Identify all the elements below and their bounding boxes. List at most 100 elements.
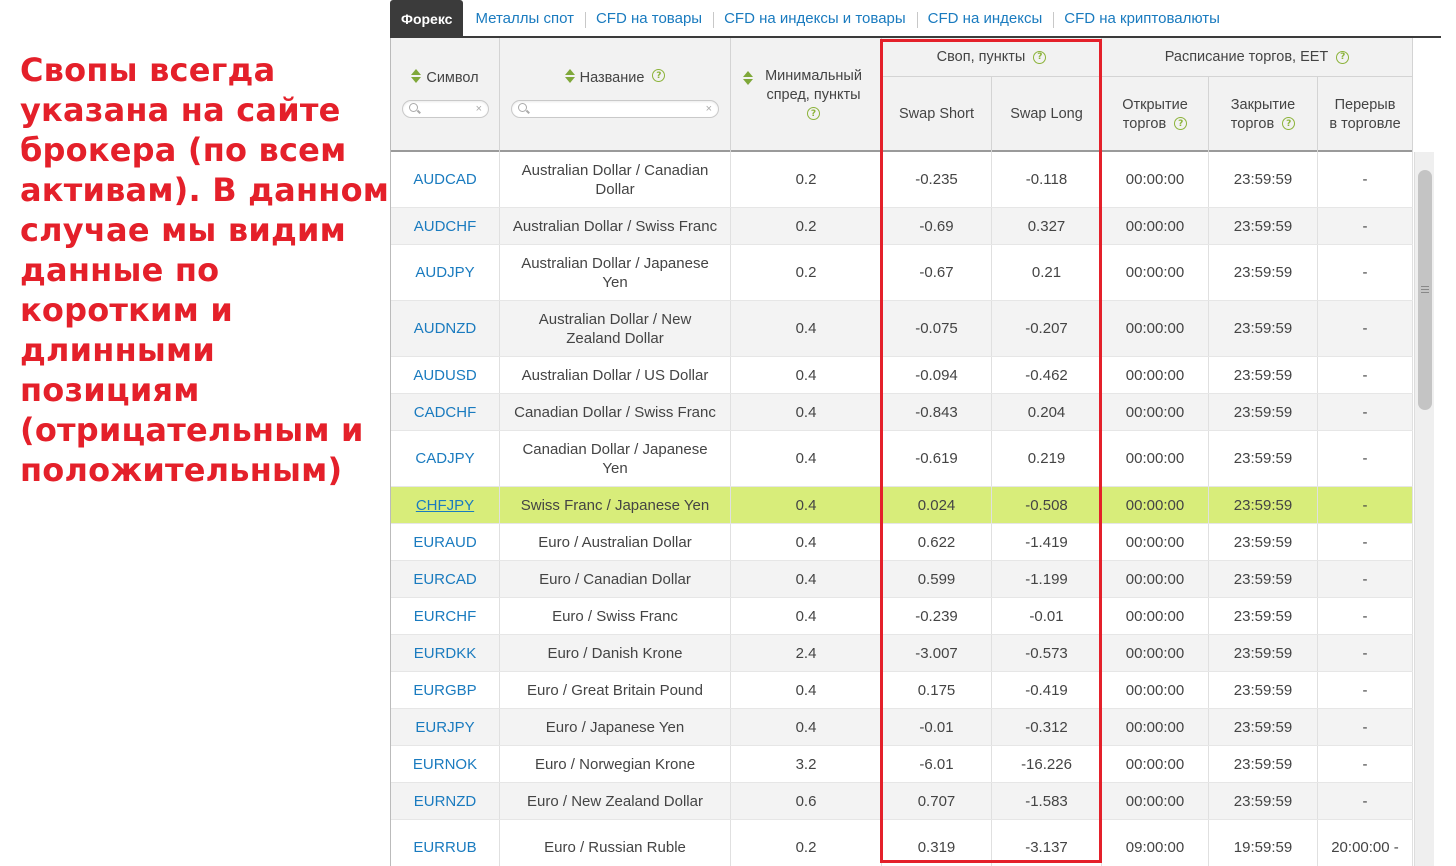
- header-name[interactable]: Название ?: [500, 38, 731, 152]
- cell-symbol-text[interactable]: EURRUB: [413, 838, 476, 857]
- cell-symbol[interactable]: EURCAD: [391, 561, 500, 597]
- cell-spread-text: 0.4: [795, 450, 817, 467]
- table-row[interactable]: EURCAD Euro / Canadian Dollar 0.4 0.599 -1.1…: [391, 561, 1413, 598]
- help-icon[interactable]: ?: [807, 107, 820, 121]
- header-swap-long[interactable]: Swap Long: [992, 77, 1102, 152]
- sort-icon[interactable]: [411, 69, 422, 83]
- header-close[interactable]: Закрытие торгов ?: [1209, 77, 1318, 152]
- cell-symbol[interactable]: AUDNZD: [391, 301, 500, 356]
- table-row[interactable]: EURJPY Euro / Japanese Yen 0.4 -0.01 -0.312 0…: [391, 709, 1413, 746]
- table-row[interactable]: EURDKK Euro / Danish Krone 2.4 -3.007 -0.573…: [391, 635, 1413, 672]
- cell-symbol[interactable]: CADJPY: [391, 431, 500, 486]
- table-row[interactable]: CHFJPY Swiss Franc / Japanese Yen 0.4 0.024…: [391, 487, 1413, 524]
- cell-close-text: 23:59:59: [1233, 644, 1293, 662]
- cell-symbol-text[interactable]: EURNZD: [414, 792, 477, 811]
- cell-close-text: 23:59:59: [1233, 366, 1293, 384]
- table-row[interactable]: AUDUSD Australian Dollar / US Dollar 0.4 -0…: [391, 357, 1413, 394]
- table-row[interactable]: AUDJPY Australian Dollar / Japanese Yen 0.…: [391, 245, 1413, 301]
- table-row[interactable]: EURNOK Euro / Norwegian Krone 3.2 -6.01 -16.…: [391, 746, 1413, 783]
- tab-cfd-indices-commodities[interactable]: CFD на индексы и товары: [713, 0, 917, 36]
- cell-symbol[interactable]: AUDUSD: [391, 357, 500, 393]
- help-icon[interactable]: ?: [1174, 117, 1188, 131]
- tab-metals-spot[interactable]: Металлы спот: [464, 0, 585, 36]
- cell-symbol[interactable]: EURNOK: [391, 746, 500, 782]
- tab-cfd-indices[interactable]: CFD на индексы: [916, 0, 1054, 36]
- cell-close-text: 23:59:59: [1233, 450, 1293, 467]
- header-symbol[interactable]: Символ: [391, 38, 500, 152]
- table-row[interactable]: EURCHF Euro / Swiss Franc 0.4 -0.239 -0.01 00…: [391, 598, 1413, 635]
- cell-symbol-text[interactable]: AUDNZD: [414, 319, 477, 338]
- cell-symbol-text[interactable]: CADJPY: [415, 449, 474, 468]
- cell-symbol[interactable]: EURGBP: [391, 672, 500, 708]
- cell-symbol[interactable]: AUDCAD: [391, 152, 500, 207]
- cell-swap-long-text: -0.508: [1025, 496, 1068, 514]
- cell-symbol-text[interactable]: EURDKK: [414, 644, 477, 663]
- sort-icon[interactable]: [742, 70, 753, 85]
- cell-symbol-text[interactable]: EURGBP: [413, 681, 476, 700]
- annotation-line: Свопы всегда: [20, 51, 276, 89]
- table-row[interactable]: EURRUB Euro / Russian Ruble 0.2 0.319 -3.137…: [391, 820, 1413, 866]
- table-row[interactable]: AUDCAD Australian Dollar / Canadian Dolla…: [391, 152, 1413, 208]
- help-icon[interactable]: ?: [1033, 50, 1047, 64]
- cell-symbol-text[interactable]: CHFJPY: [416, 496, 474, 515]
- cell-symbol-text[interactable]: EURCAD: [413, 570, 476, 589]
- cell-symbol[interactable]: AUDCHF: [391, 208, 500, 244]
- header-break[interactable]: Перерыв в торговле: [1318, 77, 1413, 152]
- cell-symbol[interactable]: AUDJPY: [391, 245, 500, 300]
- scrollbar[interactable]: [1414, 152, 1434, 866]
- cell-symbol[interactable]: EURNZD: [391, 783, 500, 819]
- header-open[interactable]: Открытие торгов ?: [1102, 77, 1209, 152]
- header-min-spread[interactable]: Минимальный спред, пункты ?: [731, 38, 882, 152]
- help-icon[interactable]: ?: [1282, 117, 1296, 131]
- clear-icon[interactable]: ×: [476, 102, 482, 116]
- cell-open: 00:00:00: [1102, 394, 1209, 430]
- name-filter-input[interactable]: ×: [511, 100, 719, 118]
- cell-break: -: [1318, 208, 1413, 244]
- cell-name: Euro / Australian Dollar: [500, 524, 731, 560]
- cell-swap-short-text: 0.599: [917, 570, 956, 588]
- cell-symbol-text[interactable]: EURJPY: [415, 718, 474, 737]
- cell-symbol[interactable]: CHFJPY: [391, 487, 500, 523]
- sort-icon[interactable]: [564, 69, 575, 83]
- table-row[interactable]: CADJPY Canadian Dollar / Japanese Yen 0.4 -…: [391, 431, 1413, 487]
- cell-swap-short: -0.843: [882, 394, 992, 430]
- cell-symbol-text[interactable]: EURCHF: [414, 607, 477, 626]
- table-row[interactable]: CADCHF Canadian Dollar / Swiss Franc 0.4 -0…: [391, 394, 1413, 431]
- cell-symbol-text[interactable]: AUDUSD: [413, 366, 476, 385]
- table-row[interactable]: EURAUD Euro / Australian Dollar 0.4 0.622 -1…: [391, 524, 1413, 561]
- cell-symbol-text[interactable]: AUDCAD: [413, 170, 476, 189]
- cell-symbol-text[interactable]: EURAUD: [413, 533, 476, 552]
- cell-name-text: Euro / Canadian Dollar: [539, 570, 691, 588]
- clear-icon[interactable]: ×: [706, 102, 712, 116]
- cell-symbol[interactable]: EURDKK: [391, 635, 500, 671]
- cell-swap-long: -0.207: [992, 301, 1102, 356]
- cell-name: Euro / Swiss Franc: [500, 598, 731, 634]
- table-row[interactable]: EURGBP Euro / Great Britain Pound 0.4 0.175…: [391, 672, 1413, 709]
- cell-symbol[interactable]: CADCHF: [391, 394, 500, 430]
- scrollbar-thumb[interactable]: [1418, 170, 1432, 410]
- cell-symbol-text[interactable]: AUDJPY: [415, 263, 474, 282]
- cell-break: -: [1318, 245, 1413, 300]
- symbol-filter-input[interactable]: ×: [402, 100, 489, 118]
- cell-open-text: 00:00:00: [1125, 681, 1185, 699]
- cell-symbol[interactable]: EURAUD: [391, 524, 500, 560]
- cell-swap-short: 0.599: [882, 561, 992, 597]
- table-row[interactable]: EURNZD Euro / New Zealand Dollar 0.6 0.707 -…: [391, 783, 1413, 820]
- header-swap-short[interactable]: Swap Short: [882, 77, 992, 152]
- cell-symbol[interactable]: EURCHF: [391, 598, 500, 634]
- tab-forex[interactable]: Форекс: [390, 0, 464, 36]
- cell-symbol[interactable]: EURRUB: [391, 820, 500, 866]
- help-icon[interactable]: ?: [652, 69, 666, 82]
- help-icon[interactable]: ?: [1336, 50, 1350, 64]
- cell-open-text: 00:00:00: [1125, 570, 1185, 588]
- cell-open: 00:00:00: [1102, 709, 1209, 745]
- table-row[interactable]: AUDNZD Australian Dollar / New Zealand Do…: [391, 301, 1413, 357]
- cell-symbol-text[interactable]: EURNOK: [413, 755, 477, 774]
- table-row[interactable]: AUDCHF Australian Dollar / Swiss Franc 0.2…: [391, 208, 1413, 245]
- tab-cfd-commodities[interactable]: CFD на товары: [584, 0, 713, 36]
- cell-symbol-text[interactable]: CADCHF: [414, 403, 477, 422]
- tab-cfd-crypto[interactable]: CFD на криптовалюты: [1053, 0, 1231, 36]
- cell-open: 00:00:00: [1102, 746, 1209, 782]
- cell-symbol[interactable]: EURJPY: [391, 709, 500, 745]
- cell-symbol-text[interactable]: AUDCHF: [414, 217, 477, 236]
